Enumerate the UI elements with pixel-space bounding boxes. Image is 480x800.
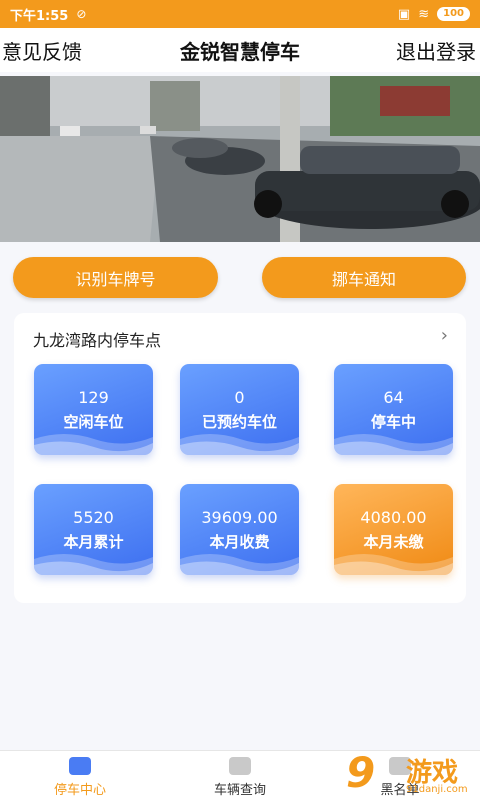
logout-button[interactable]: 退出登录: [396, 36, 476, 65]
stat-value: 5520: [73, 508, 114, 527]
sim-icon: ▣: [397, 6, 411, 22]
status-time: 下午1:55: [10, 8, 69, 24]
status-right: ▣ ≋ 100: [398, 7, 470, 22]
page-title: 金锐智慧停车: [180, 39, 300, 64]
tab-label: 停车中心: [53, 783, 106, 798]
wave-decoration: [334, 434, 453, 455]
wave-decoration: [334, 554, 453, 575]
stat-tile-monthly-unpaid[interactable]: 4080.00 本月未缴: [334, 484, 453, 575]
site-watermark: 9 游戏 91danji.com: [346, 748, 480, 800]
stat-tile-free[interactable]: 129 空闲车位: [34, 364, 153, 455]
wifi-icon: ≋: [418, 6, 430, 22]
lot-name: 九龙湾路内停车点: [33, 331, 162, 350]
tab-vehicle-query[interactable]: 车辆查询: [180, 751, 300, 800]
stat-value: 39609.00: [201, 508, 278, 527]
app-header: 意见反馈 金锐智慧停车 退出登录: [0, 28, 480, 72]
tab-label: 车辆查询: [213, 783, 266, 798]
chevron-right-icon[interactable]: ›: [441, 325, 448, 346]
watermark-number: 9: [346, 748, 376, 797]
wave-decoration: [34, 434, 153, 455]
move-car-notice-button[interactable]: 挪车通知: [262, 257, 466, 298]
tab-parking-center[interactable]: 停车中心: [20, 751, 140, 800]
car-icon: [229, 757, 251, 775]
stat-value: 0: [234, 388, 245, 407]
stat-tile-monthly-fee[interactable]: 39609.00 本月收费: [180, 484, 299, 575]
stat-tile-parking[interactable]: 64 停车中: [334, 364, 453, 455]
stat-tile-reserved[interactable]: 0 已预约车位: [180, 364, 299, 455]
alarm-off-icon: ⊘: [76, 7, 87, 21]
feedback-button[interactable]: 意见反馈: [2, 36, 82, 65]
recognize-plate-button[interactable]: 识别车牌号: [13, 257, 218, 298]
wave-decoration: [180, 434, 299, 455]
watermark-site: 91danji.com: [406, 784, 468, 795]
wave-decoration: [180, 554, 299, 575]
banner-image: [0, 76, 480, 242]
stat-value: 4080.00: [360, 508, 427, 527]
status-bar: 下午1:55 ⊘ ▣ ≋ 100: [0, 0, 480, 28]
street-parking-banner: [0, 76, 480, 242]
stat-tile-monthly-total[interactable]: 5520 本月累计: [34, 484, 153, 575]
wave-decoration: [34, 554, 153, 575]
stat-value: 64: [383, 388, 404, 407]
parking-lot-card: 九龙湾路内停车点 › 129 空闲车位 0 已预约车位 64 停车中 5520 …: [14, 313, 466, 603]
battery-icon: 100: [437, 7, 470, 21]
stat-value: 129: [78, 388, 109, 407]
parking-center-icon: [69, 757, 91, 775]
